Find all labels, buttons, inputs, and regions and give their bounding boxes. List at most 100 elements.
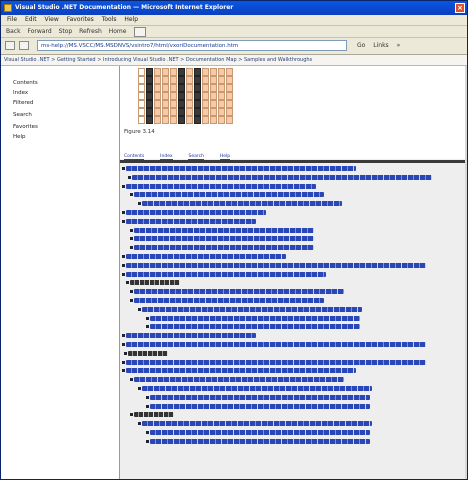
- topic-link[interactable]: [142, 306, 362, 312]
- grid-cell: [162, 108, 169, 116]
- menu-help[interactable]: Help: [124, 15, 138, 25]
- topic-link[interactable]: [150, 403, 370, 409]
- topic-link[interactable]: [142, 201, 342, 207]
- address-input[interactable]: ms-help://MS.VSCC/MS.MSDNVS/vsintro7/htm…: [37, 40, 347, 51]
- sidebar-item-help[interactable]: Help: [13, 134, 26, 140]
- list-bullet-icon: [138, 307, 141, 311]
- back-button[interactable]: Back: [6, 26, 21, 37]
- topic-link[interactable]: [126, 218, 256, 224]
- list-bullet-icon: [122, 343, 125, 346]
- forward-button[interactable]: Forward: [28, 26, 52, 37]
- menu-edit[interactable]: Edit: [25, 15, 37, 25]
- menu-view[interactable]: View: [45, 15, 59, 25]
- title-bar[interactable]: Visual Studio .NET Documentation — Micro…: [1, 1, 467, 15]
- home-button[interactable]: Home: [109, 26, 127, 37]
- grid-cell: [186, 84, 193, 92]
- sidebar-item-search[interactable]: Search: [13, 112, 32, 118]
- topic-link[interactable]: [134, 227, 314, 233]
- grid-cell: [146, 68, 153, 76]
- topic-link[interactable]: [126, 333, 256, 339]
- list-bullet-icon: [138, 387, 141, 390]
- topic-link[interactable]: [126, 183, 316, 189]
- grid-cell: [210, 76, 217, 84]
- topic-link[interactable]: [134, 298, 324, 303]
- grid-cell: [170, 116, 177, 124]
- sidebar-item-filtered[interactable]: Filtered: [13, 100, 33, 106]
- topic-link[interactable]: [142, 386, 372, 391]
- grid-cell: [146, 84, 153, 92]
- sidebar-item-contents[interactable]: Contents: [13, 80, 38, 86]
- grid-cell: [210, 100, 217, 108]
- go-button[interactable]: Go: [357, 42, 365, 50]
- address-tools: Go Links »: [351, 42, 400, 50]
- topic-link[interactable]: [126, 271, 326, 277]
- topic-link[interactable]: [126, 254, 286, 259]
- chevron-icon[interactable]: »: [397, 42, 401, 50]
- topic-link[interactable]: [150, 438, 370, 444]
- topic-link[interactable]: [150, 394, 370, 400]
- grid-cell: [162, 116, 169, 124]
- grid-cell: [186, 76, 193, 84]
- address-bar: ms-help://MS.VSCC/MS.MSDNVS/vsintro7/htm…: [1, 38, 467, 55]
- grid-cell: [138, 116, 145, 124]
- grid-cell: [202, 108, 209, 116]
- grid-cell: [154, 68, 161, 76]
- refresh-button[interactable]: Refresh: [79, 26, 102, 37]
- grid-cell: [146, 100, 153, 108]
- topic-link[interactable]: [126, 262, 426, 268]
- topic-link[interactable]: [126, 166, 356, 171]
- grid-cell: [226, 92, 233, 100]
- list-bullet-icon: [122, 263, 125, 267]
- close-button[interactable]: ×: [455, 3, 465, 13]
- topic-link[interactable]: [126, 342, 426, 347]
- topic-link[interactable]: [134, 377, 344, 383]
- list-bullet-icon: [146, 316, 149, 320]
- links-button[interactable]: Links: [373, 42, 388, 50]
- browser-window: Visual Studio .NET Documentation — Micro…: [0, 0, 468, 480]
- figure-caption: Figure 3.14: [124, 129, 155, 135]
- grid-cell: [138, 76, 145, 84]
- menu-favorites[interactable]: Favorites: [67, 15, 94, 25]
- breadcrumb-text[interactable]: Visual Studio .NET > Getting Started > I…: [4, 57, 312, 63]
- grid-cell: [226, 76, 233, 84]
- grid-cell: [154, 76, 161, 84]
- list-bullet-icon: [126, 281, 129, 285]
- grid-cell: [202, 116, 209, 124]
- topic-link[interactable]: [150, 315, 360, 321]
- forward-arrow-icon[interactable]: [19, 41, 29, 50]
- topic-link[interactable]: [126, 210, 266, 215]
- grid-cell: [210, 92, 217, 100]
- sidebar-item-index[interactable]: Index: [13, 90, 28, 96]
- list-bullet-icon: [146, 439, 149, 443]
- grid-cell: [146, 116, 153, 124]
- topic-link[interactable]: [150, 430, 370, 435]
- topic-link[interactable]: [134, 236, 314, 242]
- topic-link[interactable]: [126, 368, 356, 374]
- grid-cell: [226, 68, 233, 76]
- grid-cell: [170, 108, 177, 116]
- grid-cell: [186, 108, 193, 116]
- topic-link[interactable]: [134, 245, 314, 251]
- grid-cell: [146, 76, 153, 84]
- stop-button[interactable]: Stop: [59, 26, 73, 37]
- sidebar-item-favorites[interactable]: Favorites: [13, 124, 38, 130]
- list-bullet-icon: [130, 228, 133, 232]
- topic-link[interactable]: [150, 324, 360, 330]
- back-arrow-icon[interactable]: [5, 41, 15, 50]
- list-bullet-icon: [146, 404, 149, 408]
- vertical-scrollbar[interactable]: [465, 66, 467, 479]
- menu-file[interactable]: File: [7, 15, 17, 25]
- topic-link[interactable]: [126, 359, 426, 365]
- tab-row: Contents Index Search Help: [124, 152, 244, 160]
- topic-link[interactable]: [142, 421, 372, 427]
- grid-cell: [170, 76, 177, 84]
- grid-cell: [218, 84, 225, 92]
- menu-tools[interactable]: Tools: [102, 15, 117, 25]
- topic-link[interactable]: [134, 192, 324, 198]
- topic-heading: [130, 280, 180, 286]
- topic-link[interactable]: [132, 174, 432, 180]
- toolbar-options-icon[interactable]: [134, 26, 147, 37]
- topic-link[interactable]: [134, 289, 344, 295]
- grid-cell: [162, 68, 169, 76]
- grid-cell: [226, 84, 233, 92]
